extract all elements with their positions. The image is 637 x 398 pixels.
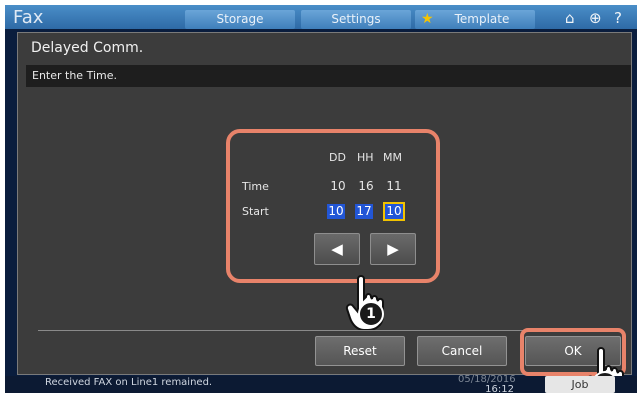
tab-storage[interactable]: Storage bbox=[185, 10, 295, 29]
status-time: 16:12 bbox=[485, 384, 514, 394]
job-status-label: Job bbox=[571, 378, 589, 391]
status-bar: Received FAX on Line1 remained. 05/18/20… bbox=[5, 375, 637, 394]
tab-settings[interactable]: Settings bbox=[301, 10, 411, 29]
cursor-left-button[interactable]: ◀ bbox=[314, 233, 360, 265]
start-row-label: Start bbox=[242, 205, 269, 218]
dialog-message: Enter the Time. bbox=[26, 65, 631, 87]
app-title: Fax bbox=[13, 7, 44, 28]
ok-label: OK bbox=[564, 344, 582, 358]
reset-button[interactable]: Reset bbox=[315, 336, 405, 366]
top-bar: Fax Storage Settings ★ Template ⌂ ⊕ ? bbox=[5, 5, 637, 29]
status-message: Received FAX on Line1 remained. bbox=[45, 377, 213, 388]
start-minute-field[interactable]: 10 bbox=[383, 202, 405, 221]
cancel-button[interactable]: Cancel bbox=[417, 336, 507, 366]
column-dd: DD bbox=[329, 151, 346, 164]
tab-template[interactable]: ★ Template bbox=[415, 10, 535, 29]
tab-settings-label: Settings bbox=[331, 12, 381, 26]
time-day-value: 10 bbox=[330, 179, 346, 193]
delayed-comm-dialog: Delayed Comm. Enter the Time. DD HH MM T… bbox=[17, 32, 632, 393]
reset-label: Reset bbox=[343, 344, 377, 358]
callout-badge-1: 1 bbox=[358, 301, 384, 327]
start-day-field[interactable]: 10 bbox=[327, 204, 345, 219]
tab-storage-label: Storage bbox=[216, 12, 264, 26]
left-arrow-icon: ◀ bbox=[331, 240, 343, 258]
globe-icon[interactable]: ⊕ bbox=[589, 9, 602, 27]
tab-template-label: Template bbox=[454, 12, 510, 26]
dialog-title: Delayed Comm. bbox=[31, 40, 144, 56]
right-arrow-icon: ▶ bbox=[387, 240, 399, 258]
status-datetime: 05/18/2016 16:12 bbox=[458, 375, 516, 394]
time-hour-value: 16 bbox=[358, 179, 374, 193]
column-hh: HH bbox=[357, 151, 374, 164]
star-icon: ★ bbox=[421, 11, 434, 27]
job-status-button[interactable]: Job bbox=[545, 376, 615, 393]
home-icon[interactable]: ⌂ bbox=[565, 9, 575, 27]
screen: Fax Storage Settings ★ Template ⌂ ⊕ ? De… bbox=[5, 5, 637, 393]
time-row-label: Time bbox=[242, 180, 269, 193]
help-icon[interactable]: ? bbox=[614, 9, 622, 27]
start-hour-field[interactable]: 17 bbox=[355, 204, 373, 219]
cancel-label: Cancel bbox=[441, 344, 483, 358]
time-minute-value: 11 bbox=[386, 179, 402, 193]
cursor-right-button[interactable]: ▶ bbox=[370, 233, 416, 265]
column-mm: MM bbox=[383, 151, 402, 164]
